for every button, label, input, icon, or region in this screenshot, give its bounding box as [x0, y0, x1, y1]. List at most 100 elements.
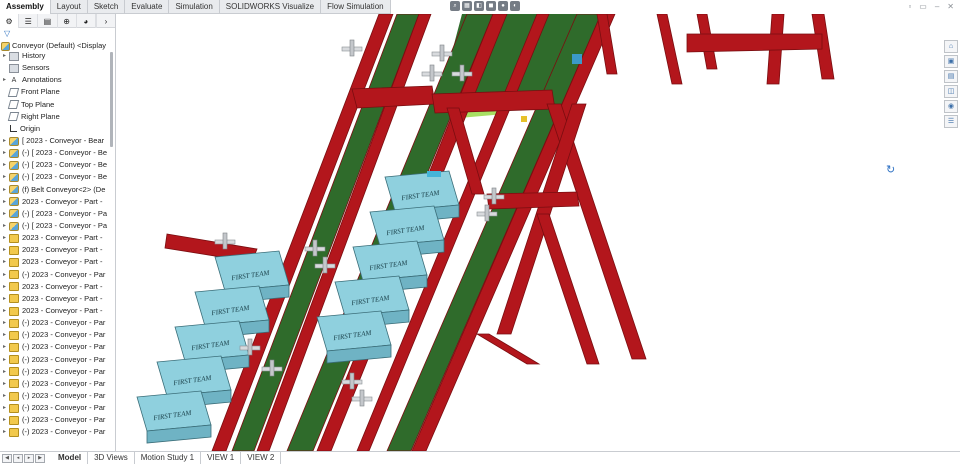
- custom-properties-icon[interactable]: ☰: [944, 115, 958, 128]
- expand-caret-icon[interactable]: ▸: [0, 208, 9, 220]
- expand-caret-icon[interactable]: ▸: [0, 147, 9, 159]
- tree-item[interactable]: ▸ (-) [ 2023 - Conveyor - Pa: [0, 208, 110, 220]
- configuration-manager-icon[interactable]: ▤: [38, 14, 58, 28]
- property-manager-icon[interactable]: ☰: [19, 14, 39, 28]
- tree-item[interactable]: ▸ (-) 2023 - Conveyor - Par: [0, 366, 110, 378]
- tree-item[interactable]: ▸ (-) [ 2023 - Conveyor - Be: [0, 159, 110, 171]
- expand-caret-icon[interactable]: ▸: [0, 329, 9, 341]
- display-manager-icon[interactable]: ◕: [77, 14, 96, 28]
- tree-item[interactable]: ▸ (-) 2023 - Conveyor - Par: [0, 414, 110, 426]
- tree-item[interactable]: ▸ (f) Belt Conveyor<2> (De: [0, 184, 110, 196]
- tree-item[interactable]: Front Plane: [0, 86, 110, 98]
- tree-item[interactable]: ▸ 2023 - Conveyor - Part -: [0, 305, 110, 317]
- bottom-tab-motion-study-1[interactable]: Motion Study 1: [135, 452, 202, 464]
- tree-item[interactable]: ▸ History: [0, 50, 110, 62]
- expand-caret-icon[interactable]: ▸: [0, 426, 9, 438]
- tab-solidworks-visualize[interactable]: SOLIDWORKS Visualize: [220, 0, 322, 14]
- expand-caret-icon[interactable]: ▸: [0, 171, 9, 183]
- zoom-to-fit-icon[interactable]: ⌕: [450, 1, 460, 11]
- dimxpert-icon[interactable]: ⊕: [58, 14, 77, 28]
- tab-layout[interactable]: Layout: [51, 0, 88, 14]
- expand-caret-icon[interactable]: ▸: [0, 50, 9, 62]
- expand-caret-icon[interactable]: ▸: [0, 378, 9, 390]
- tab-flow-simulation[interactable]: Flow Simulation: [321, 0, 391, 14]
- filter-icon[interactable]: ▽: [0, 28, 115, 40]
- tree-item[interactable]: ▸ (-) 2023 - Conveyor - Par: [0, 269, 110, 281]
- graphics-area[interactable]: FIRST TEAM FIRST TEAM FIRST TEAM FIRST TEAM…: [117, 14, 943, 451]
- tile-icon[interactable]: ▭: [919, 2, 927, 11]
- expand-caret-icon[interactable]: ▸: [0, 293, 9, 305]
- file-explorer-icon[interactable]: ▤: [944, 70, 958, 83]
- close-icon[interactable]: ✕: [947, 2, 954, 11]
- bottom-tab-3d-views[interactable]: 3D Views: [88, 452, 135, 464]
- expand-caret-icon[interactable]: ▸: [0, 317, 9, 329]
- view-palette-icon[interactable]: ◫: [944, 85, 958, 98]
- minimize-icon[interactable]: –: [935, 2, 939, 11]
- tree-item[interactable]: ▸ 2023 - Conveyor - Part -: [0, 244, 110, 256]
- tab-simulation[interactable]: Simulation: [169, 0, 220, 14]
- expand-caret-icon[interactable]: ▸: [0, 74, 9, 86]
- tree-item[interactable]: Sensors: [0, 62, 110, 74]
- solidworks-resources-icon[interactable]: ⌂: [944, 40, 958, 53]
- tab-evaluate[interactable]: Evaluate: [125, 0, 170, 14]
- tree-item[interactable]: ▸ A Annotations: [0, 74, 110, 86]
- expand-caret-icon[interactable]: ▸: [0, 366, 9, 378]
- tree-item[interactable]: ▸ (-) 2023 - Conveyor - Par: [0, 354, 110, 366]
- display-style-icon[interactable]: ◼: [486, 1, 496, 11]
- expand-caret-icon[interactable]: ▸: [0, 159, 9, 171]
- next-tab-icon[interactable]: ▸: [24, 453, 34, 463]
- appearance-icon[interactable]: ●: [498, 1, 508, 11]
- tree-item[interactable]: ▸ (-) 2023 - Conveyor - Par: [0, 341, 110, 353]
- tree-item[interactable]: ▸ [ 2023 - Conveyor - Bear: [0, 135, 110, 147]
- expand-caret-icon[interactable]: ▸: [0, 402, 9, 414]
- tab-sketch[interactable]: Sketch: [88, 0, 126, 14]
- expand-panel-icon[interactable]: ›: [95, 14, 115, 28]
- expand-caret-icon[interactable]: ▸: [0, 390, 9, 402]
- expand-caret-icon[interactable]: ▸: [0, 305, 9, 317]
- restore-icon[interactable]: ▫: [908, 2, 911, 11]
- tree-item[interactable]: ▸ 2023 - Conveyor - Part -: [0, 281, 110, 293]
- expand-caret-icon[interactable]: ▸: [0, 196, 9, 208]
- tree-item[interactable]: ▸ (-) 2023 - Conveyor - Par: [0, 426, 110, 438]
- expand-caret-icon[interactable]: ▸: [0, 184, 9, 196]
- expand-caret-icon[interactable]: ▸: [0, 244, 9, 256]
- last-tab-icon[interactable]: ▶: [35, 453, 45, 463]
- tree-item[interactable]: ▸ (-) 2023 - Conveyor - Par: [0, 402, 110, 414]
- expand-caret-icon[interactable]: ▸: [0, 414, 9, 426]
- first-tab-icon[interactable]: ◀: [2, 453, 12, 463]
- expand-caret-icon[interactable]: ▸: [0, 135, 9, 147]
- tree-item[interactable]: ▸ 2023 - Conveyor - Part -: [0, 293, 110, 305]
- expand-caret-icon[interactable]: ▸: [0, 232, 9, 244]
- bottom-tab-view-2[interactable]: VIEW 2: [241, 452, 282, 464]
- tree-item[interactable]: Top Plane: [0, 99, 110, 111]
- tree-item[interactable]: ▸ (-) [ 2023 - Conveyor - Be: [0, 147, 110, 159]
- expand-caret-icon[interactable]: ▸: [0, 341, 9, 353]
- bottom-tab-model[interactable]: Model: [52, 452, 89, 464]
- tree-item[interactable]: ▸ 2023 - Conveyor - Part -: [0, 232, 110, 244]
- bottom-tab-view-1[interactable]: VIEW 1: [201, 452, 242, 464]
- tree-item[interactable]: Origin: [0, 123, 110, 135]
- expand-caret-icon[interactable]: ▸: [0, 220, 9, 232]
- tree-item[interactable]: ▸ 2023 - Conveyor - Part -: [0, 196, 110, 208]
- tree-item[interactable]: ▸ (-) [ 2023 - Conveyor - Be: [0, 171, 110, 183]
- tab-assembly[interactable]: Assembly: [0, 0, 51, 14]
- tree-item[interactable]: ▸ (-) [ 2023 - Conveyor - Pa: [0, 220, 110, 232]
- tree-item[interactable]: ▸ (-) 2023 - Conveyor - Par: [0, 390, 110, 402]
- view-orientation-icon[interactable]: ◧: [474, 1, 484, 11]
- expand-caret-icon[interactable]: ▸: [0, 354, 9, 366]
- rotate-view-icon[interactable]: ↻: [886, 164, 898, 176]
- tree-item[interactable]: Right Plane: [0, 111, 110, 123]
- tree-item[interactable]: ▸ (-) 2023 - Conveyor - Par: [0, 378, 110, 390]
- feature-manager-icon[interactable]: ⚙: [0, 14, 20, 28]
- design-library-icon[interactable]: ▣: [944, 55, 958, 68]
- tree-item[interactable]: ▸ 2023 - Conveyor - Part -: [0, 256, 110, 268]
- expand-caret-icon[interactable]: ▸: [0, 269, 9, 281]
- tree-item[interactable]: ▸ (-) 2023 - Conveyor - Par: [0, 329, 110, 341]
- expand-caret-icon[interactable]: ▸: [0, 256, 9, 268]
- scene-icon[interactable]: ◐: [510, 1, 520, 11]
- tree-scrollbar[interactable]: [110, 52, 113, 147]
- prev-tab-icon[interactable]: ◂: [13, 453, 23, 463]
- expand-caret-icon[interactable]: ▸: [0, 281, 9, 293]
- appearances-icon[interactable]: ◉: [944, 100, 958, 113]
- tree-item[interactable]: ▸ (-) 2023 - Conveyor - Par: [0, 317, 110, 329]
